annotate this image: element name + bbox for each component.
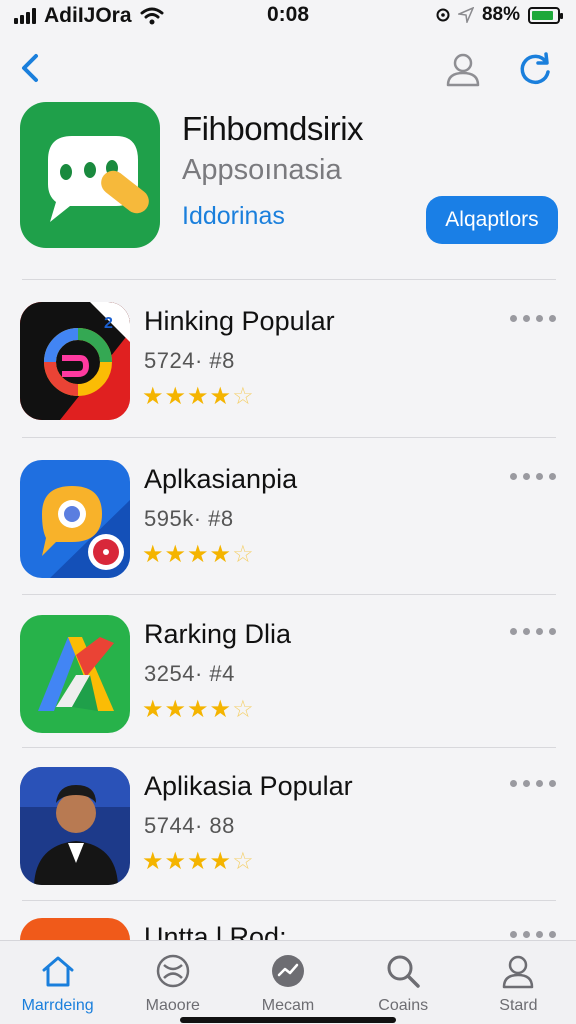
featured-developer-link[interactable]: Iddorinas (182, 202, 285, 231)
app-name: Rarking Dlia (144, 619, 292, 649)
more-options-icon[interactable] (510, 773, 556, 793)
app-meta: 3254· #4 (144, 661, 235, 686)
list-item[interactable]: Aplikasia Popular 5744· 88 ★★★★☆ (0, 767, 576, 907)
home-indicator (180, 1017, 396, 1023)
tab-bar: Marrdeing Maoore Mecam Coains Stard (0, 940, 576, 1024)
app-name: Aplikasia Popular (144, 771, 353, 801)
featured-app-icon[interactable] (20, 102, 160, 248)
star-rating: ★★★★☆ (142, 541, 255, 568)
app-icon (20, 615, 130, 733)
app-meta: 5744· 88 (144, 813, 235, 838)
tab-label: Maoore (145, 997, 200, 1014)
battery-fill (532, 10, 554, 20)
account-icon[interactable] (444, 50, 482, 88)
location-icon (457, 7, 474, 23)
star-rating: ★★★★☆ (142, 383, 255, 410)
star-rating: ★★★★☆ (142, 848, 255, 875)
tab-label: Marrdeing (21, 997, 94, 1014)
tab-search[interactable]: Coains (346, 941, 461, 1024)
tab-home[interactable]: Marrdeing (0, 941, 115, 1024)
alarm-icon (436, 8, 450, 22)
list-item[interactable]: Aplkasianpia 595k· #8 ★★★★☆ (0, 460, 576, 600)
refresh-icon[interactable] (516, 50, 554, 88)
divider (22, 900, 556, 901)
battery-icon (528, 6, 563, 24)
tab-label: Mecam (261, 997, 315, 1014)
app-meta: 595k· #8 (144, 506, 234, 531)
featured-app-subtitle: Appsoınasia (182, 154, 342, 186)
person-icon (503, 955, 534, 989)
search-icon (387, 955, 420, 988)
star-rating: ★★★★☆ (142, 696, 255, 723)
chat-bubble-icon (48, 136, 149, 222)
status-bar: AdiIJOra 0:08 88% (0, 0, 576, 34)
tab-profile[interactable]: Stard (461, 941, 576, 1024)
featured-app-title: Fihbomdsirix (182, 110, 364, 147)
divider (22, 437, 556, 438)
divider (22, 594, 556, 595)
tab-compass[interactable]: Mecam (230, 941, 345, 1024)
svg-text:2: 2 (104, 315, 113, 332)
app-name: Aplkasianpia (144, 464, 298, 494)
tab-label: Coains (378, 997, 429, 1014)
home-icon (42, 956, 74, 987)
divider (22, 279, 556, 280)
back-chevron-icon[interactable] (14, 50, 50, 86)
app-icon (20, 460, 130, 578)
more-options-icon[interactable] (510, 466, 556, 486)
divider (22, 747, 556, 748)
app-icon (20, 767, 130, 885)
globe-icon (156, 954, 190, 988)
more-options-icon[interactable] (510, 621, 556, 641)
more-options-icon[interactable] (510, 308, 556, 328)
app-meta: 5724· #8 (144, 348, 235, 373)
tab-label: Stard (499, 997, 538, 1014)
compass-icon (272, 955, 304, 987)
app-icon: 2 (20, 302, 130, 420)
battery-percent: 88% (481, 4, 520, 25)
featured-action-button[interactable]: Alqaptlors (426, 196, 558, 244)
tab-globe[interactable]: Maoore (115, 941, 230, 1024)
list-item[interactable]: 2 Hinking Popular 5724· #8 ★★★★☆ (0, 302, 576, 442)
app-name: Hinking Popular (144, 306, 335, 336)
status-right: 88% (436, 4, 563, 26)
list-item[interactable]: Rarking Dlia 3254· #4 ★★★★☆ (0, 615, 576, 755)
